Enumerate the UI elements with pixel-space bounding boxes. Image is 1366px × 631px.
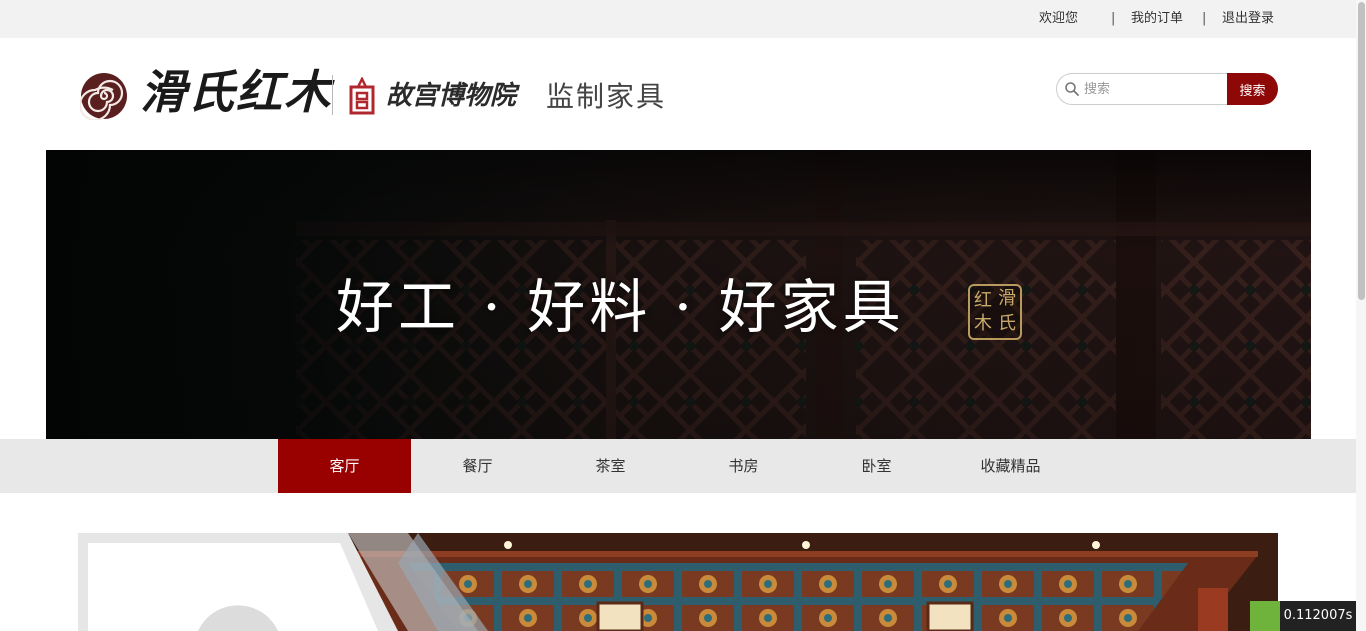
search-input[interactable] (1084, 76, 1224, 102)
topbar-separator: | (1202, 11, 1207, 26)
brand-name[interactable]: 滑氏红木 (140, 62, 332, 122)
nav-item-tea-room[interactable]: 茶室 (544, 439, 677, 493)
timer-icon (1250, 601, 1280, 631)
hero-illustration (78, 533, 1278, 631)
spiral-logo-icon[interactable] (80, 72, 128, 120)
search-icon (1065, 82, 1079, 96)
header-divider (332, 75, 333, 115)
living-room-hero-image[interactable] (78, 533, 1278, 631)
palace-museum-icon (349, 77, 375, 115)
seal-char: 氏 (998, 313, 1016, 334)
museum-name: 故宫博物院 (386, 81, 517, 111)
seal-char: 红 (974, 290, 992, 311)
logout-link[interactable]: 退出登录 (1222, 11, 1274, 27)
page: 欢迎您 | 我的订单 | 退出登录 滑氏红木 故宫博物院 监制家具 搜索 搜索 … (0, 0, 1366, 631)
nav-item-dining-room[interactable]: 餐厅 (411, 439, 544, 493)
scrollbar-thumb[interactable] (1358, 2, 1365, 300)
welcome-text: 欢迎您 (1039, 11, 1079, 26)
nav-item-bedroom[interactable]: 卧室 (810, 439, 943, 493)
performance-timer: 0.112007s (1280, 601, 1356, 631)
banner[interactable]: 好工 · 好料 · 好家具 红 滑 木 氏 (46, 150, 1311, 439)
seal-stamp: 红 滑 木 氏 (968, 284, 1022, 340)
my-orders-link[interactable]: 我的订单 (1131, 11, 1183, 27)
top-bar: 欢迎您 | 我的订单 | 退出登录 (0, 0, 1356, 38)
seal-char: 木 (974, 313, 992, 334)
search-button[interactable]: 搜索 (1227, 73, 1278, 105)
banner-slogan: 好工 · 好料 · 好家具 (336, 273, 905, 341)
nav-item-collection[interactable]: 收藏精品 (944, 439, 1077, 493)
supervise-text: 监制家具 (546, 80, 667, 113)
seal-char: 滑 (998, 288, 1016, 309)
nav-item-living-room[interactable]: 客厅 (278, 439, 411, 493)
nav-item-study[interactable]: 书房 (677, 439, 810, 493)
topbar-separator: | (1111, 11, 1116, 26)
